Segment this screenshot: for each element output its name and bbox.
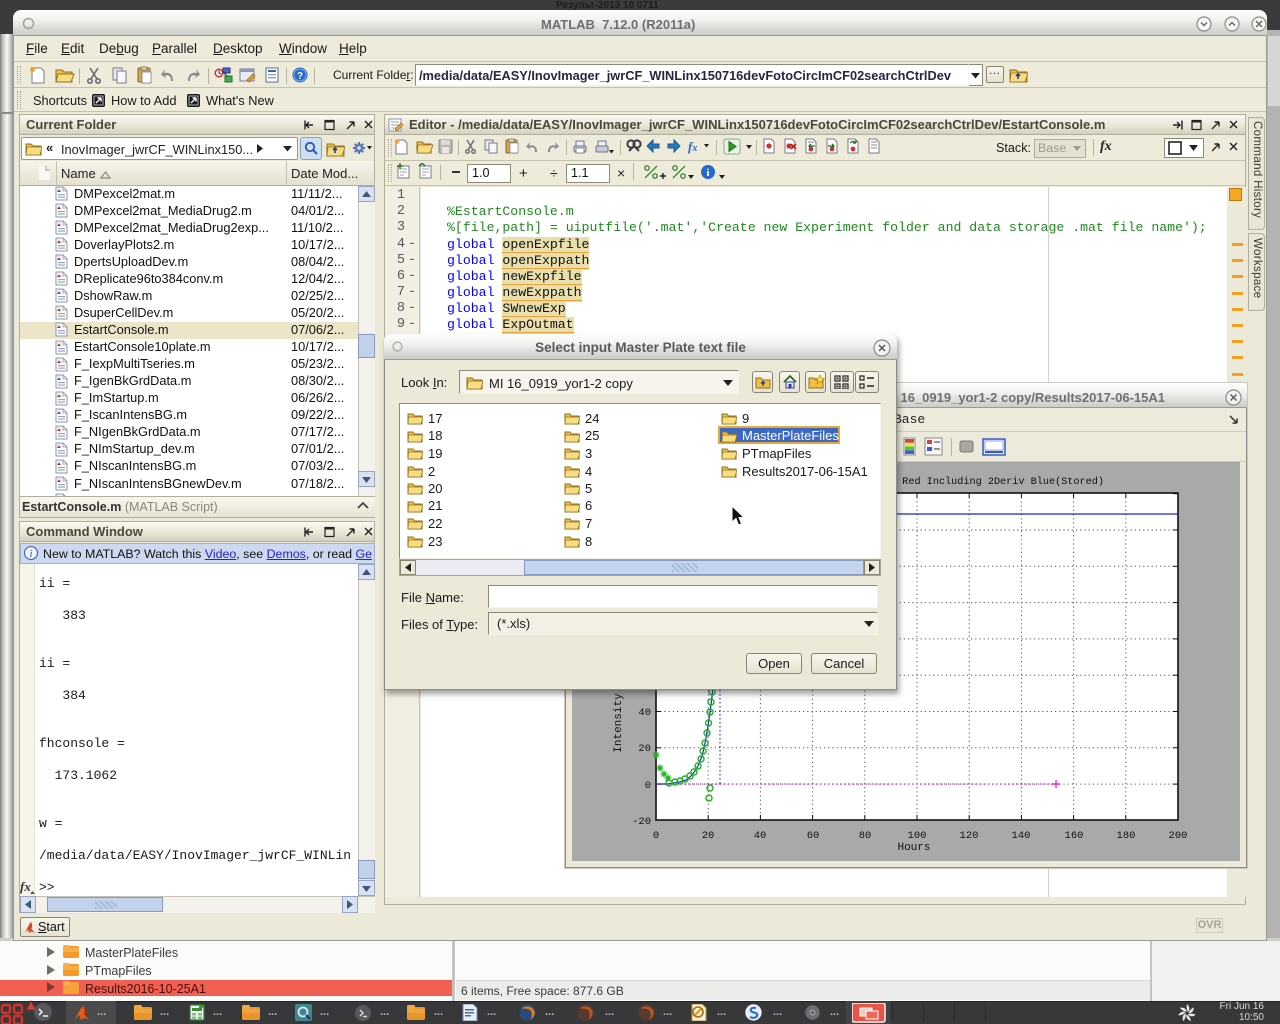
svg-text:-20: -20 [632, 816, 651, 828]
svg-text:180: 180 [1117, 830, 1136, 842]
svg-text:Intensity: Intensity [613, 693, 625, 753]
svg-text:160: 160 [1065, 830, 1084, 842]
svg-text:200: 200 [1169, 830, 1188, 842]
svg-text:80: 80 [859, 830, 872, 842]
svg-text:Hours: Hours [897, 842, 930, 854]
svg-text:40: 40 [754, 830, 767, 842]
svg-text:i: i [706, 167, 709, 179]
svg-text:120: 120 [960, 830, 979, 842]
svg-text:20: 20 [638, 743, 651, 755]
svg-text:100: 100 [908, 830, 927, 842]
svg-text:60: 60 [807, 830, 820, 842]
svg-text:?: ? [297, 71, 303, 82]
svg-text:0: 0 [645, 780, 651, 792]
svg-text:20: 20 [702, 830, 715, 842]
svg-text:40: 40 [638, 707, 651, 719]
svg-text:i: i [30, 549, 33, 560]
svg-text:fx: fx [688, 139, 697, 154]
svg-text:140: 140 [1012, 830, 1031, 842]
svg-text:0: 0 [653, 830, 659, 842]
